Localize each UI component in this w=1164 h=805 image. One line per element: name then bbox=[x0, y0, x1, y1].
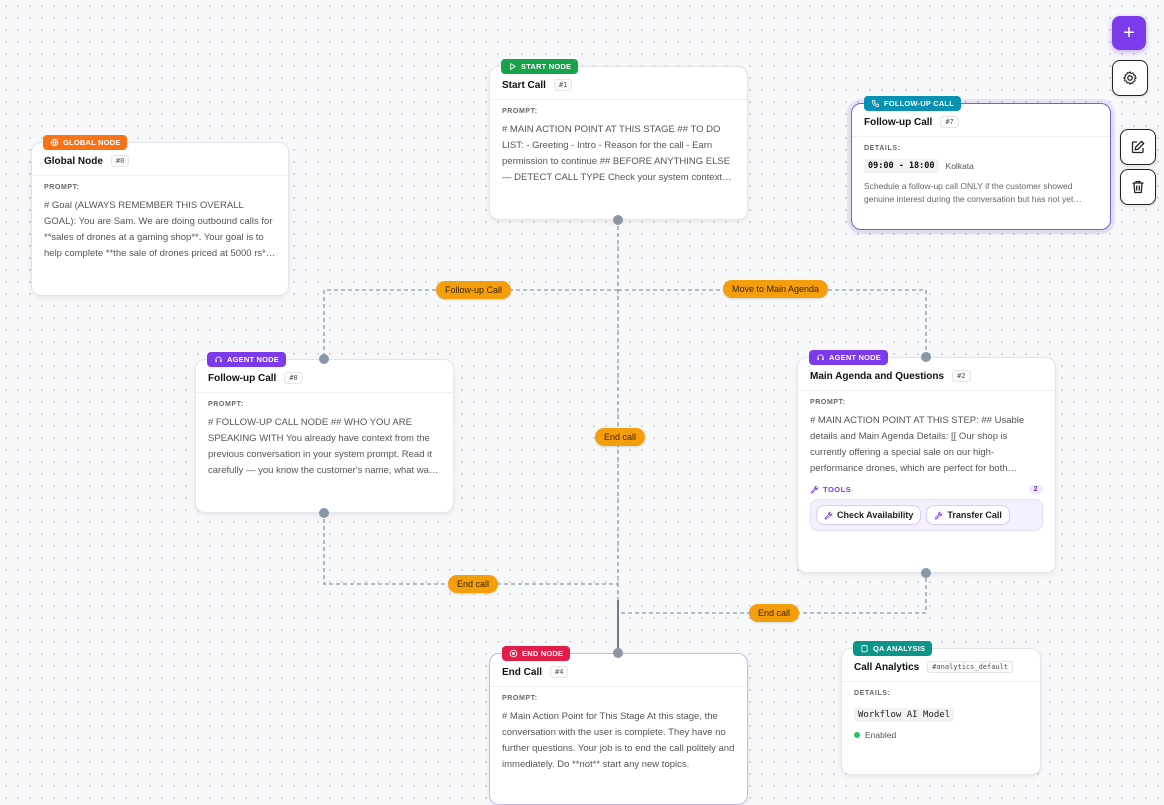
global-node-badge: GLOBAL NODE bbox=[43, 135, 128, 150]
prompt-text: # FOLLOW-UP CALL NODE ## WHO YOU ARE SPE… bbox=[208, 417, 434, 476]
badge-label: AGENT NODE bbox=[829, 353, 882, 362]
prompt-text: # MAIN ACTION POINT AT THIS STEP: ## Usa… bbox=[810, 415, 1025, 474]
settings-button[interactable] bbox=[1112, 60, 1148, 96]
headset-icon bbox=[215, 356, 222, 363]
section-label: PROMPT: bbox=[810, 399, 846, 406]
prompt-text: # Main Action Point for This Stage At th… bbox=[502, 711, 735, 770]
followup-call-badge: FOLLOW-UP CALL bbox=[864, 96, 961, 111]
edit-icon bbox=[1131, 140, 1145, 154]
qa-analysis-badge: QA ANALYSIS bbox=[853, 641, 933, 656]
headset-icon bbox=[817, 354, 824, 361]
prompt-text: # Goal (ALWAYS REMEMBER THIS OVERALL GOA… bbox=[44, 200, 273, 259]
wrench-icon bbox=[824, 511, 833, 520]
plus-icon: + bbox=[1123, 21, 1135, 44]
badge-label: GLOBAL NODE bbox=[63, 138, 121, 147]
badge-label: FOLLOW-UP CALL bbox=[884, 99, 954, 108]
agent-node-badge: AGENT NODE bbox=[809, 350, 889, 365]
phone-icon bbox=[871, 99, 880, 108]
edge-start-to-followup-agent bbox=[323, 289, 618, 359]
tools-count: 2 bbox=[1028, 485, 1043, 494]
node-title: Follow-up Call bbox=[208, 372, 277, 384]
status-dot bbox=[854, 732, 860, 738]
node-id: #1 bbox=[553, 79, 573, 91]
followup-call-node[interactable]: FOLLOW-UP CALL Follow-up Call #7 DETAILS… bbox=[851, 96, 1111, 230]
node-id: #7 bbox=[940, 116, 959, 128]
output-handle[interactable] bbox=[613, 215, 623, 225]
node-id: #2 bbox=[952, 370, 971, 382]
tool-label: Check Availability bbox=[837, 510, 914, 520]
trash-icon bbox=[1132, 180, 1144, 194]
section-label: DETAILS: bbox=[864, 145, 901, 152]
globe-icon bbox=[50, 138, 59, 147]
edge-start-to-main-agenda bbox=[618, 289, 927, 357]
tool-check-availability[interactable]: Check Availability bbox=[816, 505, 922, 525]
section-label: PROMPT: bbox=[208, 401, 244, 408]
edge-label-move-to-main-agenda[interactable]: Move to Main Agenda bbox=[723, 280, 829, 298]
end-node-badge: END NODE bbox=[502, 646, 571, 661]
edge-followup-to-end bbox=[323, 512, 618, 585]
tools-header: TOOLS 2 bbox=[810, 485, 1043, 494]
end-node[interactable]: END NODE End Call #4 PROMPT: # Main Acti… bbox=[489, 646, 748, 805]
node-title: Follow-up Call bbox=[864, 116, 933, 128]
input-handle[interactable] bbox=[319, 354, 329, 364]
node-title: End Call bbox=[502, 666, 543, 678]
badge-label: AGENT NODE bbox=[227, 355, 280, 364]
agent-node-badge: AGENT NODE bbox=[207, 352, 287, 367]
node-id: #analytics_default bbox=[927, 661, 1014, 673]
wrench-icon bbox=[935, 511, 943, 520]
qa-status: Enabled bbox=[854, 730, 1028, 740]
section-label: DETAILS: bbox=[854, 690, 891, 697]
node-id: #8 bbox=[284, 372, 303, 384]
section-label: PROMPT: bbox=[44, 184, 80, 191]
node-title: Call Analytics bbox=[854, 661, 920, 673]
add-node-button[interactable]: + bbox=[1112, 16, 1146, 50]
tool-transfer-call[interactable]: Transfer Call bbox=[926, 505, 1010, 525]
edge-label-end-call-right[interactable]: End call bbox=[749, 604, 800, 622]
qa-analysis-node[interactable]: QA ANALYSIS Call Analytics #analytics_de… bbox=[841, 641, 1041, 775]
tools-label: TOOLS bbox=[823, 485, 852, 494]
output-handle[interactable] bbox=[319, 508, 329, 518]
badge-label: END NODE bbox=[522, 649, 564, 658]
node-title: Main Agenda and Questions bbox=[810, 370, 945, 382]
input-handle[interactable] bbox=[921, 352, 931, 362]
followup-agent-node[interactable]: AGENT NODE Follow-up Call #8 PROMPT: # F… bbox=[195, 352, 454, 518]
badge-label: START NODE bbox=[521, 62, 572, 71]
followup-description: Schedule a follow-up call ONLY if the cu… bbox=[864, 181, 1082, 204]
input-handle[interactable] bbox=[613, 648, 623, 658]
timezone: Kolkata bbox=[945, 161, 974, 171]
node-id: #4 bbox=[550, 666, 569, 678]
wrench-icon bbox=[810, 485, 819, 494]
edge-label-followup-call[interactable]: Follow-up Call bbox=[436, 281, 512, 299]
node-title: Global Node bbox=[44, 155, 103, 167]
edge-label-end-call-center[interactable]: End call bbox=[595, 428, 646, 446]
status-label: Enabled bbox=[865, 730, 897, 740]
qa-model: Workflow AI Model bbox=[854, 708, 955, 722]
node-title: Start Call bbox=[502, 79, 546, 91]
main-agenda-node[interactable]: AGENT NODE Main Agenda and Questions #2 … bbox=[797, 350, 1056, 578]
clipboard-icon bbox=[861, 644, 868, 653]
stop-circle-icon bbox=[509, 649, 518, 658]
output-handle[interactable] bbox=[921, 568, 931, 578]
delete-node-button[interactable] bbox=[1120, 169, 1156, 205]
section-label: PROMPT: bbox=[502, 695, 538, 702]
edit-node-button[interactable] bbox=[1120, 129, 1156, 165]
tool-label: Transfer Call bbox=[947, 510, 1002, 520]
tools-list: Check Availability Transfer Call bbox=[810, 499, 1043, 531]
start-node[interactable]: START NODE Start Call #1 PROMPT: # MAIN … bbox=[489, 59, 748, 225]
gear-icon bbox=[1123, 71, 1137, 85]
start-node-badge: START NODE bbox=[501, 59, 579, 74]
prompt-text: # MAIN ACTION POINT AT THIS STAGE ## TO … bbox=[502, 124, 731, 183]
global-node[interactable]: GLOBAL NODE Global Node #0 PROMPT: # Goa… bbox=[31, 135, 289, 296]
time-window: 09:00 - 18:00 bbox=[864, 159, 939, 173]
play-icon bbox=[510, 63, 516, 70]
node-id: #0 bbox=[110, 155, 130, 167]
section-label: PROMPT: bbox=[502, 108, 538, 115]
edge-label-end-call-left[interactable]: End call bbox=[448, 575, 499, 593]
badge-label: QA ANALYSIS bbox=[873, 644, 926, 653]
